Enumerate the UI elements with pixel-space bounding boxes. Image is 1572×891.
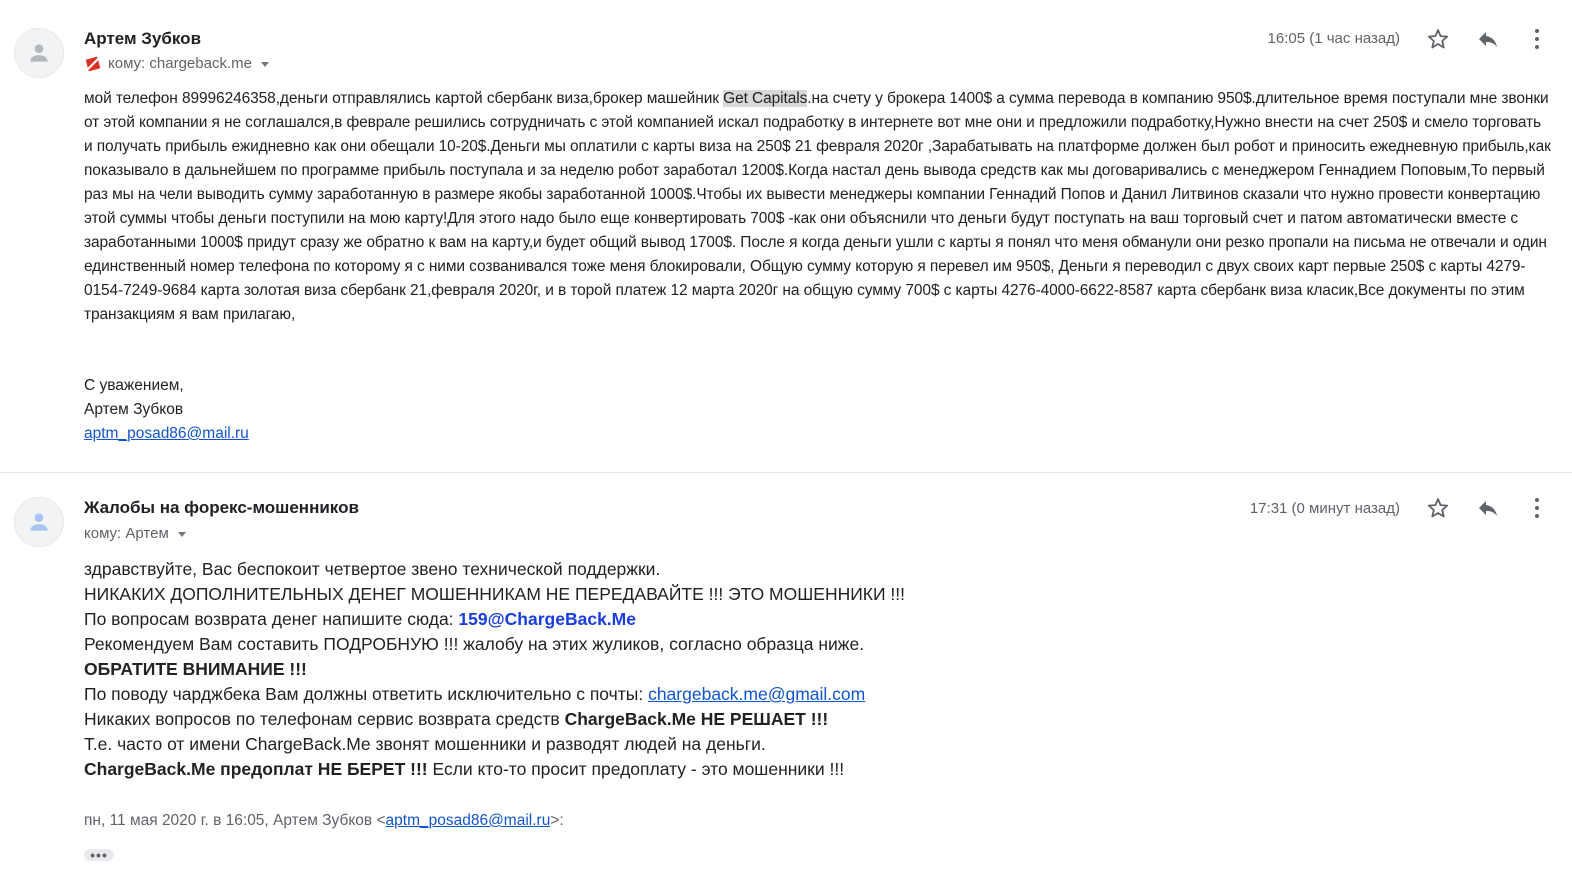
recipient-details[interactable]: кому: chargeback.me bbox=[84, 55, 269, 72]
avatar[interactable] bbox=[14, 28, 64, 78]
quote-prefix: пн, 11 мая 2020 г. в 16:05, Артем Зубков… bbox=[84, 812, 386, 829]
reply-icon bbox=[1479, 32, 1497, 47]
chevron-down-icon[interactable] bbox=[177, 532, 186, 537]
quote-header: пн, 11 мая 2020 г. в 16:05, Артем Зубков… bbox=[84, 812, 564, 830]
more-vert-icon bbox=[1535, 29, 1539, 49]
signature-greeting: С уважением, bbox=[84, 377, 184, 394]
signature-name: Артем Зубков bbox=[84, 401, 184, 418]
attention-text: ОБРАТИТЕ ВНИМАНИЕ !!! bbox=[84, 659, 307, 679]
person-icon bbox=[30, 44, 48, 62]
reply-button[interactable] bbox=[1474, 494, 1502, 522]
body-text-start: мой телефон 89996246358,деньги отправлял… bbox=[84, 90, 724, 107]
body-line: По поводу чарджбека Вам должны ответить … bbox=[84, 682, 1384, 707]
body-line-text: По вопросам возврата денег напишите сюда… bbox=[84, 609, 459, 629]
body-text-rest: .на счету у брокера 1400$ а сумма перево… bbox=[84, 90, 1551, 323]
recipient-details[interactable]: кому: Артем bbox=[84, 525, 186, 542]
more-vert-icon bbox=[1535, 498, 1539, 518]
reply-icon bbox=[1479, 501, 1497, 516]
more-options-button[interactable] bbox=[1523, 25, 1551, 53]
unsafe-sender-icon bbox=[84, 56, 102, 72]
star-icon bbox=[1427, 498, 1449, 518]
show-trimmed-content-button[interactable]: ••• bbox=[84, 848, 114, 862]
body-line: По вопросам возврата денег напишите сюда… bbox=[84, 607, 1384, 632]
body-line: Никаких вопросов по телефонам сервис воз… bbox=[84, 707, 1384, 732]
star-button[interactable] bbox=[1424, 494, 1452, 522]
sender-name[interactable]: Жалобы на форекс-мошенников bbox=[84, 498, 359, 518]
body-line: ОБРАТИТЕ ВНИМАНИЕ !!! bbox=[84, 657, 1384, 682]
body-line-text: Никаких вопросов по телефонам сервис воз… bbox=[84, 709, 565, 729]
body-line: НИКАКИХ ДОПОЛНИТЕЛЬНЫХ ДЕНЕГ МОШЕННИКАМ … bbox=[84, 584, 906, 604]
body-line: Рекомендуем Вам составить ПОДРОБНУЮ !!! … bbox=[84, 634, 865, 654]
quote-suffix: >: bbox=[550, 812, 564, 829]
bold-text: ChargeBack.Me предоплат НЕ БЕРЕТ !!! bbox=[84, 759, 428, 779]
support-email[interactable]: 159@ChargeBack.Me bbox=[458, 609, 636, 629]
person-icon bbox=[30, 513, 48, 531]
quote-email-link[interactable]: aptm_posad86@mail.ru bbox=[386, 812, 551, 829]
chevron-down-icon[interactable] bbox=[260, 62, 269, 67]
body-line-text: Если кто-то просит предоплату - это моше… bbox=[427, 759, 845, 779]
body-line: Т.е. часто от имени ChargeBack.Me звонят… bbox=[84, 734, 766, 754]
timestamp: 17:31 (0 минут назад) bbox=[1249, 500, 1400, 517]
more-options-button[interactable] bbox=[1523, 494, 1551, 522]
sender-name[interactable]: Артем Зубков bbox=[84, 29, 201, 49]
message-2: Жалобы на форекс-мошенников кому: Артем … bbox=[0, 473, 1572, 891]
highlighted-text: Get Capitals bbox=[723, 90, 808, 107]
message-1: Артем Зубков кому: chargeback.me 16:05 (… bbox=[0, 0, 1572, 473]
recipient-label: кому: Артем bbox=[84, 525, 169, 542]
star-icon bbox=[1427, 29, 1449, 49]
chargeback-email-link[interactable]: chargeback.me@gmail.com bbox=[648, 684, 865, 704]
signature: С уважением, Артем Зубков aptm_posad86@m… bbox=[84, 374, 249, 446]
body-line-text: По поводу чарджбека Вам должны ответить … bbox=[84, 684, 649, 704]
avatar[interactable] bbox=[14, 497, 64, 547]
message-body: мой телефон 89996246358,деньги отправлял… bbox=[84, 87, 1552, 327]
body-line: ChargeBack.Me предоплат НЕ БЕРЕТ !!! Есл… bbox=[84, 757, 1384, 782]
timestamp: 16:05 (1 час назад) bbox=[1267, 30, 1400, 47]
reply-button[interactable] bbox=[1474, 25, 1502, 53]
message-body: здравствуйте, Вас беспокоит четвертое зв… bbox=[84, 557, 1384, 782]
bold-text: ChargeBack.Me НЕ РЕШАЕТ !!! bbox=[564, 709, 829, 729]
recipient-label: кому: chargeback.me bbox=[108, 55, 252, 72]
star-button[interactable] bbox=[1424, 25, 1452, 53]
signature-email-link[interactable]: aptm_posad86@mail.ru bbox=[84, 425, 249, 442]
body-line: здравствуйте, Вас беспокоит четвертое зв… bbox=[84, 559, 661, 579]
